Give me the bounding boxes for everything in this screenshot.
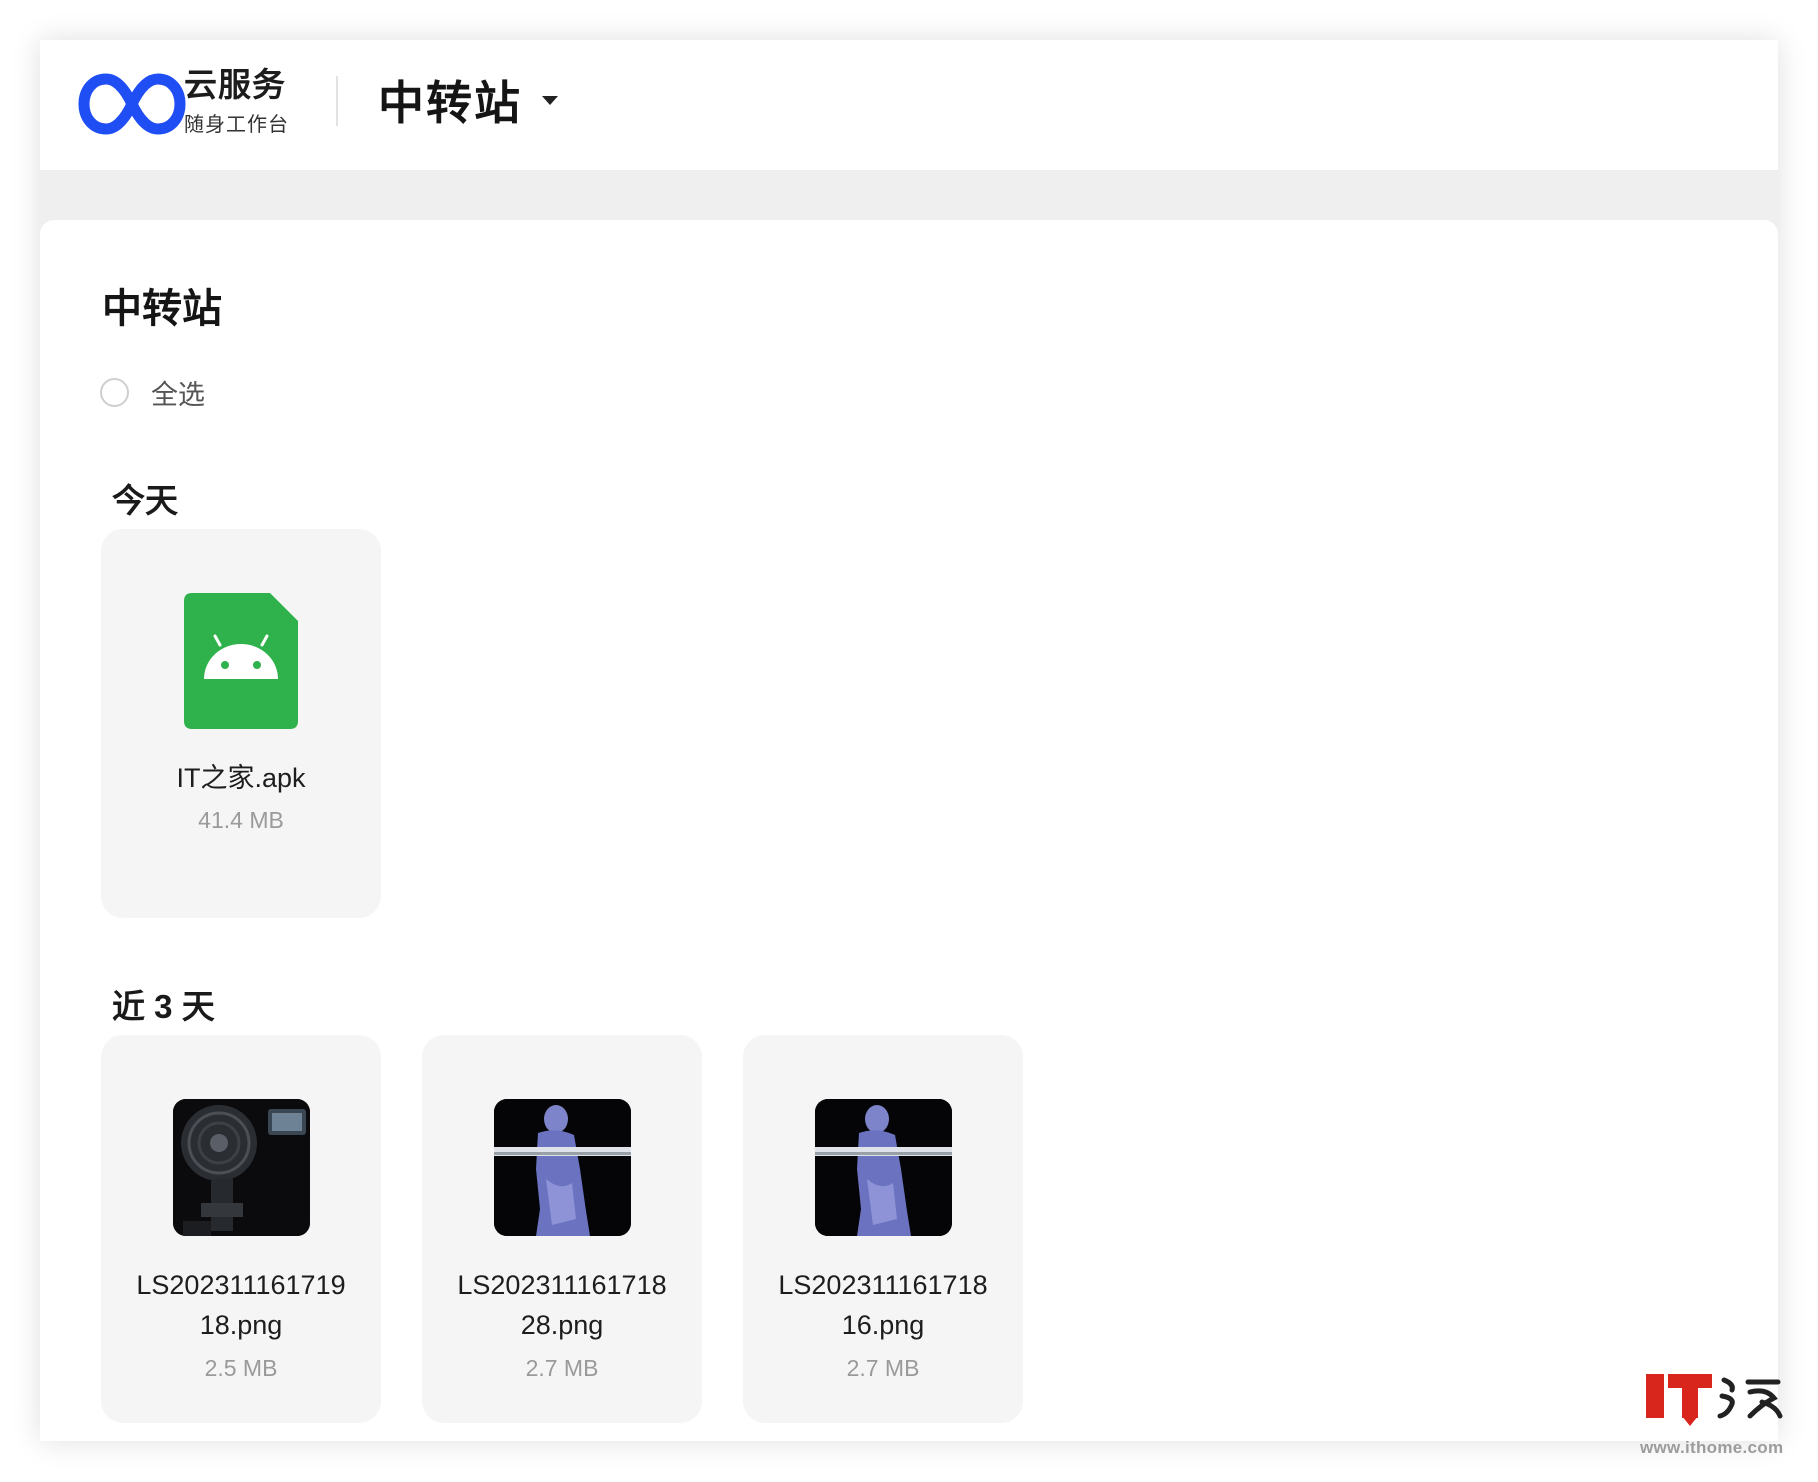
image-thumbnail <box>815 1099 952 1236</box>
section-switcher-dropdown[interactable]: 中转站 <box>378 62 558 138</box>
group-title-recent-3-days: 近 3 天 <box>112 988 215 1025</box>
file-card-image[interactable]: LS202311161718 16.png 2.7 MB <box>743 1035 1023 1423</box>
file-size: 2.7 MB <box>525 1355 599 1381</box>
file-size: 2.5 MB <box>204 1355 278 1381</box>
watermark-url: www.ithome.com <box>1640 1438 1784 1457</box>
file-size: 2.7 MB <box>846 1355 920 1381</box>
content-panel: 中转站 全选 今天 IT之家.apk 41.4 MB 近 3 天 LS20231… <box>40 220 1778 1441</box>
file-name-line-1: LS202311161718 <box>457 1270 667 1300</box>
top-bar: 云服务 随身工作台 中转站 <box>40 40 1778 170</box>
image-thumbnail <box>173 1099 310 1236</box>
select-all-label: 全选 <box>151 380 205 410</box>
image-thumbnail <box>494 1099 631 1236</box>
file-card-image[interactable]: LS202311161719 18.png 2.5 MB <box>101 1035 381 1423</box>
file-name-line-2: 16.png <box>841 1310 925 1340</box>
caret-down-icon <box>542 95 558 105</box>
file-name-line-2: 18.png <box>199 1310 283 1340</box>
brand-subtitle: 随身工作台 <box>184 114 289 136</box>
file-size: 41.4 MB <box>198 807 284 833</box>
file-name-line-2: 28.png <box>520 1310 604 1340</box>
file-name: IT之家.apk <box>176 763 306 793</box>
page-title: 中转站 <box>102 287 222 331</box>
file-name-line-1: LS202311161719 <box>136 1270 346 1300</box>
header-divider <box>336 76 338 126</box>
group-title-today: 今天 <box>112 482 178 519</box>
section-switcher-label: 中转站 <box>378 77 522 129</box>
brand-name: 云服务 <box>184 66 286 103</box>
select-all-checkbox[interactable]: 全选 <box>100 373 205 412</box>
app-window: 云服务 随身工作台 中转站 中转站 全选 今天 IT之家.apk 41.4 MB <box>40 40 1778 1441</box>
android-apk-icon <box>184 593 298 729</box>
radio-circle-icon <box>100 378 129 407</box>
ithome-watermark-logo-icon <box>1646 1374 1783 1426</box>
file-card-image[interactable]: LS202311161718 28.png 2.7 MB <box>422 1035 702 1423</box>
file-card-apk[interactable]: IT之家.apk 41.4 MB <box>101 529 381 918</box>
cloud-service-logo-icon <box>78 73 186 135</box>
file-name-line-1: LS202311161718 <box>778 1270 988 1300</box>
